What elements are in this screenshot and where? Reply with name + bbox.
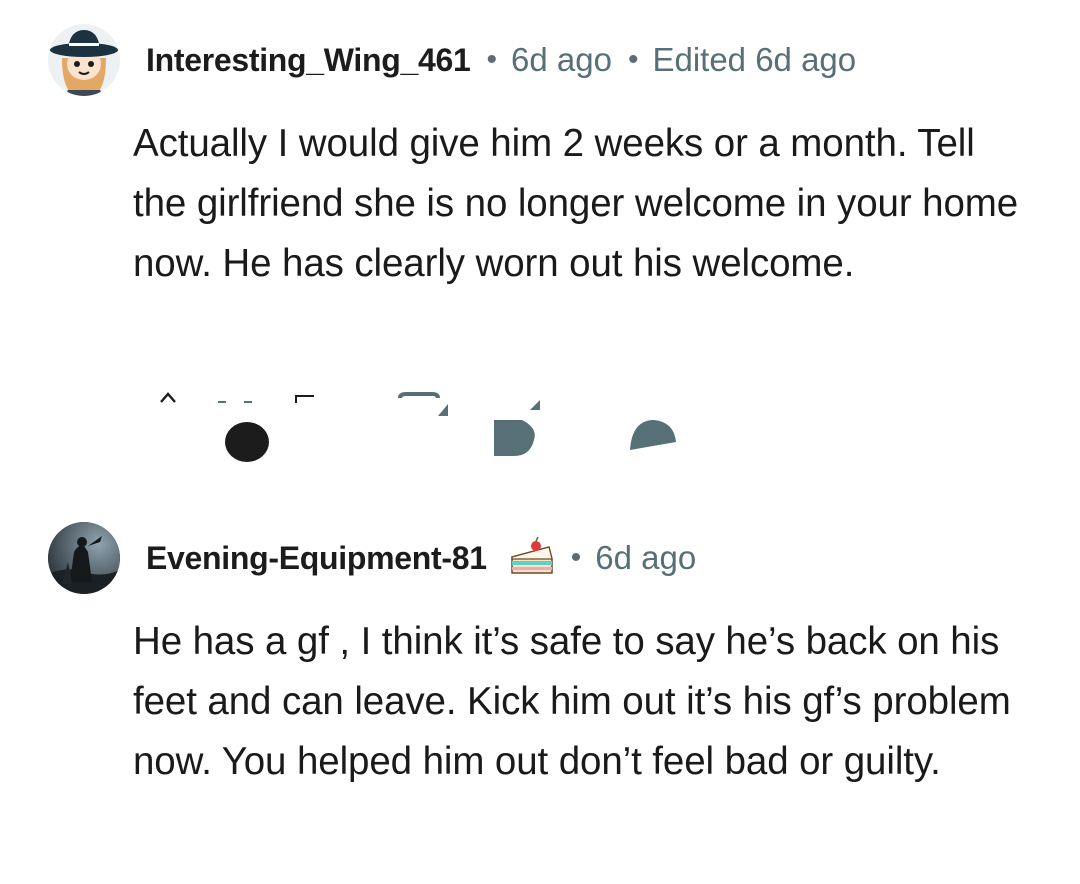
vote-count <box>218 401 252 403</box>
upvote-icon[interactable] <box>156 388 180 406</box>
separator-dot: • <box>570 541 582 574</box>
comment: Interesting_Wing_461 • 6d ago • Edited 6… <box>0 0 1080 480</box>
comment-meta: Evening-Equipment-81 • 6d ago <box>146 536 697 578</box>
timestamp: 6d ago <box>595 539 697 576</box>
comment-meta: Interesting_Wing_461 • 6d ago • Edited 6… <box>146 40 856 80</box>
dark-knight-avatar-icon <box>48 522 120 594</box>
comment: Evening-Equipment-81 • 6d ago He has a g… <box>0 500 1080 884</box>
user-avatar[interactable] <box>48 522 120 594</box>
username[interactable]: Evening-Equipment-81 <box>146 540 487 577</box>
timestamp: 6d ago <box>511 41 612 78</box>
comment-actions <box>0 380 1080 470</box>
separator-dot: • <box>627 43 639 76</box>
cake-slice-icon <box>510 536 553 574</box>
comment-body: Actually I would give him 2 weeks or a m… <box>133 122 1019 285</box>
cowboy-hat-avatar-icon <box>48 24 120 96</box>
comment-body: He has a gf , I think it’s safe to say h… <box>133 620 1011 783</box>
downvote-icon[interactable] <box>222 418 272 464</box>
reply-icon[interactable] <box>294 394 316 404</box>
edited-timestamp: Edited 6d ago <box>652 41 857 78</box>
user-avatar[interactable] <box>48 24 120 96</box>
share-icon[interactable] <box>492 396 548 460</box>
username[interactable]: Interesting_Wing_461 <box>146 42 471 79</box>
award-icon[interactable] <box>396 392 452 418</box>
separator-dot: • <box>486 43 497 76</box>
more-options-icon[interactable] <box>628 416 678 452</box>
